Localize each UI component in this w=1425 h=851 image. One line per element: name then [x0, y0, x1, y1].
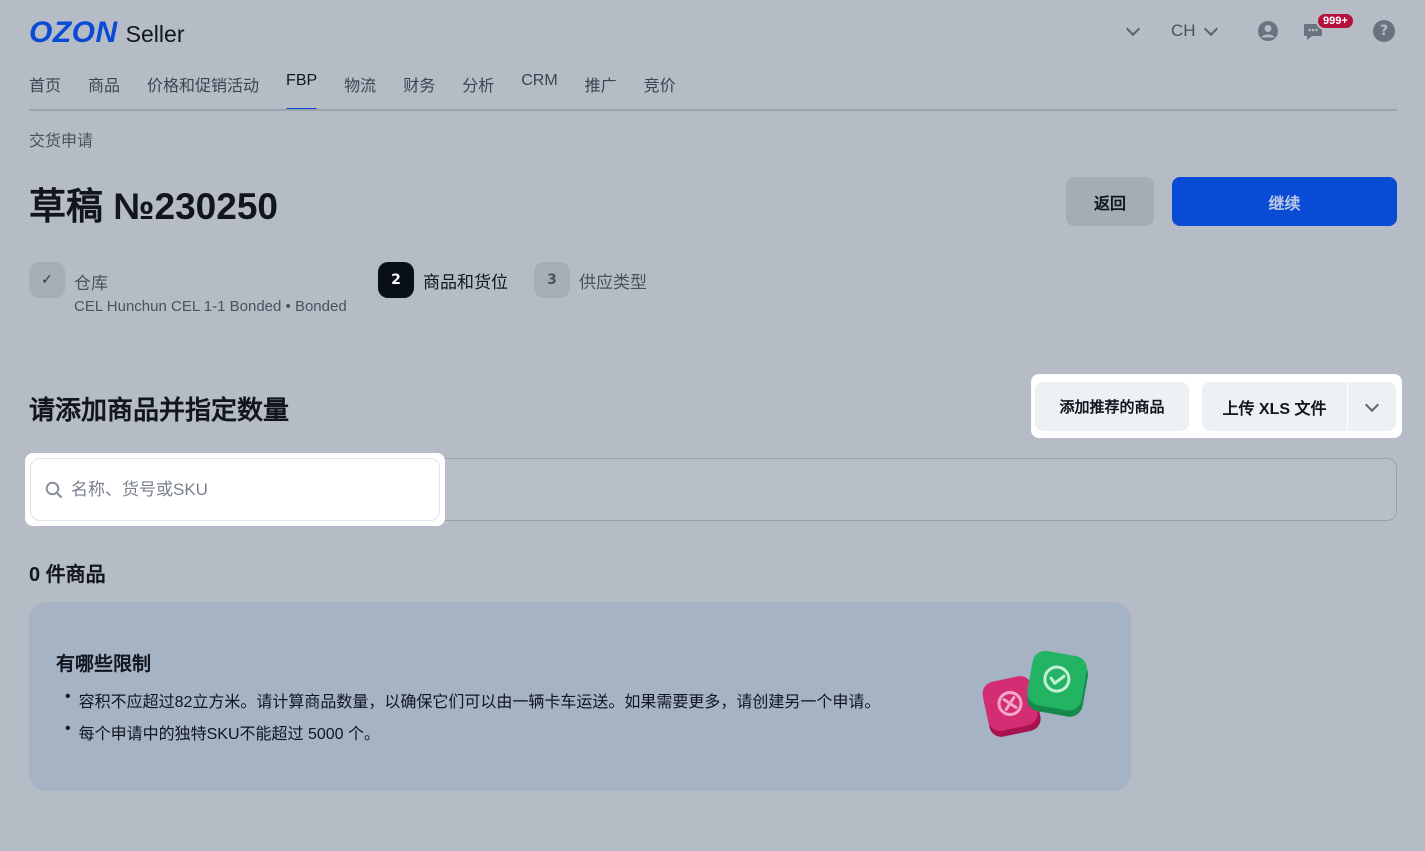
- back-button[interactable]: 返回: [1066, 177, 1154, 226]
- search-icon: [45, 481, 63, 498]
- step-label: 商品和货位: [423, 272, 508, 292]
- step-warehouse[interactable]: ✓ 仓库 CEL Hunchun CEL 1-1 Bonded • Bonded: [29, 262, 347, 315]
- step-warehouse-detail: CEL Hunchun CEL 1-1 Bonded • Bonded: [74, 298, 347, 315]
- nav-item-fbp[interactable]: FBP: [286, 72, 318, 111]
- step-number: 2: [378, 262, 414, 298]
- breadcrumb[interactable]: 交货申请: [29, 127, 93, 151]
- step-number: 3: [534, 262, 570, 298]
- limit-item: • 每个申请中的独特SKU不能超过 5000 个。: [65, 720, 380, 744]
- nav-item-analytics[interactable]: 分析: [462, 72, 494, 110]
- nav-divider: [29, 109, 1397, 111]
- user-icon: [1258, 21, 1278, 41]
- ozon-seller-logo[interactable]: OZON Seller: [29, 16, 184, 50]
- limits-title: 有哪些限制: [56, 654, 152, 675]
- notification-badge: 999+: [1316, 12, 1355, 30]
- nav-item-promotion[interactable]: 推广: [585, 72, 617, 110]
- upload-options-button[interactable]: [1348, 382, 1396, 431]
- dice-illustration: [982, 650, 1088, 737]
- product-count: 0 件商品: [29, 564, 106, 586]
- chevron-down-icon: [1125, 21, 1141, 37]
- step-label: 仓库: [74, 274, 108, 293]
- nav-item-home[interactable]: 首页: [29, 72, 61, 110]
- nav-item-logistics[interactable]: 物流: [344, 72, 376, 110]
- main-nav: 首页 商品 价格和促销活动 FBP 物流 财务 分析 CRM 推广 竞价: [29, 72, 703, 111]
- profile-button[interactable]: [1257, 14, 1279, 48]
- page-title: 草稿 №230250: [29, 186, 278, 227]
- help-icon: ?: [1373, 20, 1395, 42]
- limit-text: 容积不应超过82立方米。请计算商品数量，以确保它们可以由一辆卡车运送。如果需要更…: [78, 694, 881, 711]
- step-label: 供应类型: [579, 272, 647, 292]
- continue-button[interactable]: 继续: [1172, 177, 1397, 226]
- check-icon: ✓: [29, 262, 65, 298]
- nav-item-finance[interactable]: 财务: [403, 72, 435, 110]
- search-input[interactable]: [71, 479, 411, 500]
- logo-product: Seller: [125, 21, 185, 47]
- nav-item-prices[interactable]: 价格和促销活动: [147, 72, 259, 110]
- limit-text: 每个申请中的独特SKU不能超过 5000 个。: [78, 726, 380, 743]
- chevron-down-icon: [1364, 397, 1380, 412]
- limit-item: • 容积不应超过82立方米。请计算商品数量，以确保它们可以由一辆卡车运送。如果需…: [65, 688, 880, 712]
- upload-xls-button[interactable]: 上传 XLS 文件: [1202, 382, 1347, 431]
- step-products[interactable]: 2 商品和货位: [378, 262, 508, 298]
- nav-item-crm[interactable]: CRM: [521, 72, 557, 110]
- chevron-down-icon: [1203, 21, 1218, 37]
- nav-item-products[interactable]: 商品: [88, 72, 120, 110]
- language-selector[interactable]: CH: [1171, 14, 1218, 48]
- search-field[interactable]: [30, 458, 440, 521]
- language-label: CH: [1171, 21, 1196, 40]
- bullet: •: [65, 688, 71, 705]
- account-dropdown[interactable]: [1125, 14, 1141, 48]
- add-recommended-button[interactable]: 添加推荐的商品: [1035, 382, 1189, 431]
- help-button[interactable]: ?: [1373, 14, 1395, 48]
- logo-brand: OZON: [29, 16, 118, 49]
- nav-item-bidding[interactable]: 竞价: [644, 72, 676, 110]
- section-title: 请添加商品并指定数量: [29, 395, 290, 425]
- step-supply-type[interactable]: 3 供应类型: [534, 262, 647, 298]
- bullet: •: [65, 720, 71, 737]
